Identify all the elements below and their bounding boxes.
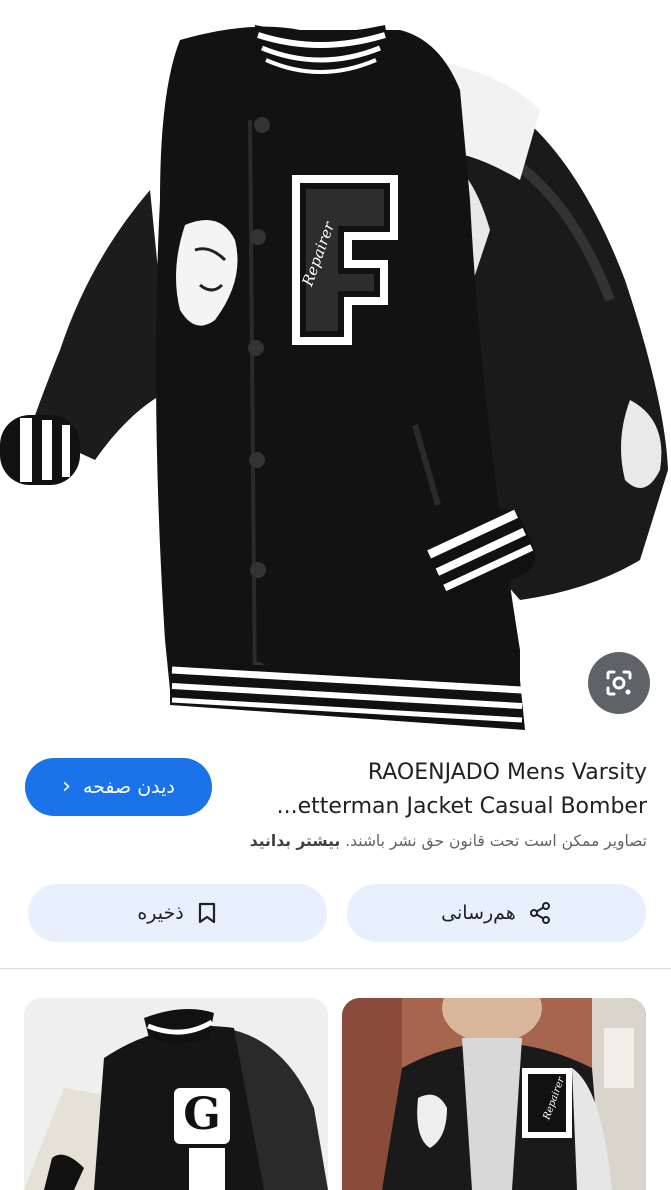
jacket-illustration [0,25,668,730]
product-title-line1: RAOENJADO Mens Varsity [367,760,647,785]
save-label: ذخیره [137,902,184,924]
visit-page-button[interactable]: دیدن صفحه ‹ [25,758,212,816]
copyright-notice: تصاویر ممکن است تحت قانون حق نشر باشند. … [27,832,647,850]
section-divider [0,968,671,969]
lens-icon [606,670,632,696]
related-image-2[interactable]: Repairer [342,998,646,1190]
share-label: هم‌رسانی [441,902,516,924]
product-title[interactable]: RAOENJADO Mens Varsity ...etterman Jacke… [217,756,647,824]
related-jacket-g [24,998,328,1190]
chevron-left-icon: ‹ [62,774,71,799]
related-1-patch-letter: G [183,1089,221,1140]
google-lens-button[interactable] [588,652,650,714]
copyright-text: تصاویر ممکن است تحت قانون حق نشر باشند. [345,832,647,850]
related-jacket-f [342,998,646,1190]
product-image[interactable]: Repairer [0,0,671,740]
save-button[interactable]: ذخیره [28,884,327,942]
share-button[interactable]: هم‌رسانی [347,884,646,942]
visit-page-label: دیدن صفحه [82,776,175,798]
bookmark-icon [198,902,215,924]
related-image-1[interactable]: G [24,998,328,1190]
product-title-line2: ...etterman Jacket Casual Bomber [276,794,647,819]
share-icon [529,902,550,924]
learn-more-link[interactable]: بیشتر بدانید [250,832,340,850]
